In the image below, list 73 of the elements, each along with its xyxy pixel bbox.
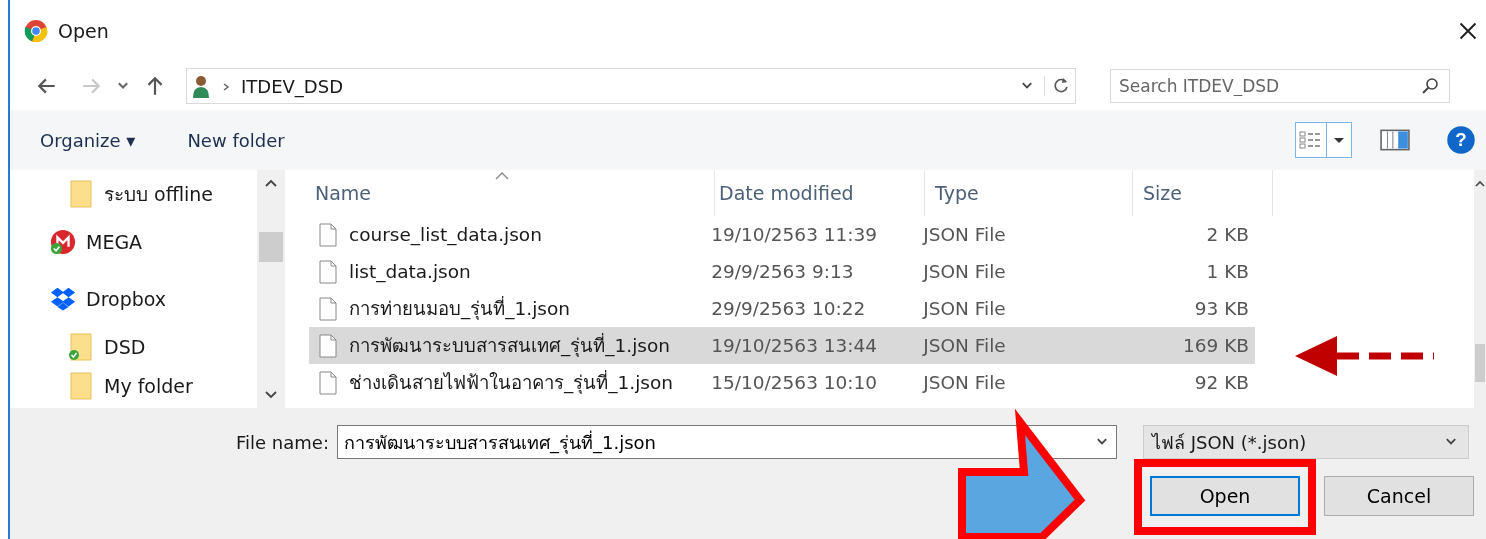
date-cell-text: 19/10/2563 13:44 bbox=[710, 335, 879, 356]
file-row[interactable]: การพัฒนาระบบสารสนเทศ_รุ่นที่_1.json 19/10/2563 13:44 JSON File 169 KB bbox=[309, 327, 1255, 364]
folder-icon bbox=[68, 332, 94, 361]
mega-logo-icon bbox=[50, 227, 76, 256]
window-title: Open bbox=[58, 20, 109, 42]
file-name: course_list_data.json bbox=[349, 224, 542, 245]
column-header[interactable]: Type bbox=[925, 170, 1133, 216]
folder-icon bbox=[68, 371, 94, 400]
close-icon[interactable] bbox=[1458, 21, 1478, 41]
sidebar-item[interactable]: MEGA bbox=[10, 213, 257, 270]
type-cell-text: JSON File bbox=[921, 224, 1007, 245]
column-header[interactable]: Name bbox=[309, 170, 715, 216]
refresh-icon[interactable] bbox=[1044, 76, 1071, 96]
scrollbar-thumb[interactable] bbox=[259, 232, 283, 262]
file-name-label: File name: bbox=[236, 431, 329, 453]
user-icon bbox=[191, 74, 211, 98]
organize-menu-button[interactable]: Organize ▾ bbox=[32, 125, 144, 155]
file-row[interactable]: ช่างเดินสายไฟฟ้าในอาคาร_รุ่นที่_1.json 15/10/2563 10:10 JSON File 92 KB bbox=[309, 364, 1255, 401]
date-cell-text: 15/10/2563 10:10 bbox=[710, 372, 879, 393]
browser-logo-icon bbox=[24, 19, 48, 43]
sidebar-label: MEGA bbox=[86, 230, 143, 253]
size-cell-text: 92 KB bbox=[1193, 372, 1250, 393]
size-cell-text: 1 KB bbox=[1205, 261, 1250, 282]
caret-icon bbox=[1334, 137, 1344, 143]
dialog-button[interactable]: Open bbox=[1150, 476, 1300, 516]
file-name: การท่ายนมอบ_รุ่นที่_1.json bbox=[349, 295, 570, 322]
sidebar-label: Dropbox bbox=[86, 287, 167, 310]
scrollbar-thumb[interactable] bbox=[1475, 344, 1485, 382]
file-name-field[interactable]: การพัฒนาระบบสารสนเทศ_รุ่นที่_1.json bbox=[336, 425, 1117, 459]
folder-icon bbox=[68, 179, 94, 208]
search-field[interactable]: Search ITDEV_DSD bbox=[1110, 69, 1450, 103]
column-header[interactable]: Date modified bbox=[715, 170, 925, 216]
new-folder-button[interactable]: New folder bbox=[179, 125, 293, 155]
file-icon bbox=[319, 222, 337, 247]
type-cell-text: JSON File bbox=[921, 335, 1007, 356]
file-row[interactable]: course_list_data.json 19/10/2563 11:39 JSON File 2 KB bbox=[309, 216, 1255, 253]
sidebar-item[interactable]: Dropbox bbox=[10, 270, 257, 327]
size-cell-text: 2 KB bbox=[1205, 224, 1250, 245]
preview-pane-icon[interactable] bbox=[1380, 129, 1410, 151]
list-scrollbar[interactable] bbox=[1474, 170, 1486, 408]
help-icon[interactable]: ? bbox=[1446, 125, 1476, 155]
type-cell-text: JSON File bbox=[921, 298, 1007, 319]
dialog-button[interactable]: Cancel bbox=[1324, 476, 1474, 516]
file-icon bbox=[319, 333, 337, 358]
type-cell-text: JSON File bbox=[921, 261, 1007, 282]
sidebar-item[interactable]: ระบบ offline bbox=[10, 174, 257, 213]
date-cell-text: 29/9/2563 9:13 bbox=[710, 261, 855, 282]
sidebar-label: My folder bbox=[104, 374, 193, 397]
file-name: list_data.json bbox=[349, 261, 471, 282]
sidebar-label: DSD bbox=[104, 335, 146, 358]
sidebar-item[interactable]: DSD bbox=[10, 327, 257, 366]
sidebar-scrollbar[interactable] bbox=[257, 170, 285, 408]
file-icon bbox=[319, 259, 337, 284]
size-cell-text: 169 KB bbox=[1181, 335, 1250, 356]
type-cell-text: JSON File bbox=[921, 372, 1007, 393]
column-header[interactable]: Size bbox=[1133, 170, 1273, 216]
file-icon bbox=[319, 296, 337, 321]
size-cell-text: 93 KB bbox=[1193, 298, 1250, 319]
sidebar-item[interactable]: My folder bbox=[10, 366, 257, 405]
file-type-dropdown[interactable]: ไฟล์ JSON (*.json) bbox=[1142, 425, 1469, 459]
sidebar-label: ระบบ offline bbox=[104, 181, 214, 207]
file-name: การพัฒนาระบบสารสนเทศ_รุ่นที่_1.json bbox=[349, 332, 670, 359]
address-bar[interactable]: ITDEV_DSD bbox=[186, 68, 1076, 104]
file-row[interactable]: การท่ายนมอบ_รุ่นที่_1.json 29/9/2563 10:22 JSON File 93 KB bbox=[309, 290, 1255, 327]
file-name: ช่างเดินสายไฟฟ้าในอาคาร_รุ่นที่_1.json bbox=[349, 369, 673, 396]
file-row[interactable]: list_data.json 29/9/2563 9:13 JSON File 1 KB bbox=[309, 253, 1255, 290]
date-cell-text: 19/10/2563 11:39 bbox=[710, 224, 879, 245]
sort-ascending-icon bbox=[495, 172, 509, 180]
view-options-button[interactable] bbox=[1295, 122, 1352, 158]
date-cell-text: 29/9/2563 10:22 bbox=[710, 298, 867, 319]
breadcrumb-item[interactable]: ITDEV_DSD bbox=[241, 75, 343, 97]
search-icon bbox=[1420, 76, 1440, 96]
file-icon bbox=[319, 370, 337, 395]
